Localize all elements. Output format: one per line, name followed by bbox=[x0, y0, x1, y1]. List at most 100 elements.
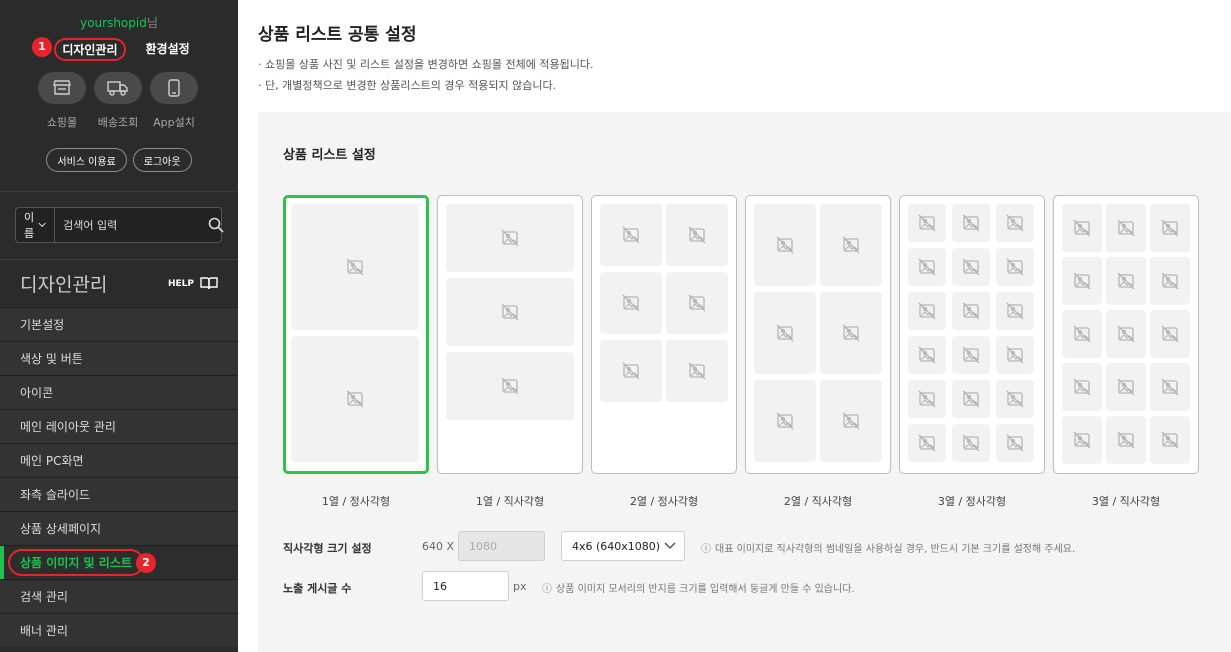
sidebar-item-main-layout[interactable]: 메인 레이아웃 관리 bbox=[0, 409, 238, 443]
quick-shop[interactable]: 쇼핑몰 bbox=[38, 72, 86, 130]
step-badge-2: 2 bbox=[136, 553, 156, 573]
sidebar-item-icons[interactable]: 아이콘 bbox=[0, 375, 238, 409]
post-count-input[interactable]: 16 bbox=[422, 571, 509, 601]
image-placeholder bbox=[908, 336, 946, 374]
layout-option-label: 3열 / 정사각형 bbox=[937, 495, 1007, 508]
layout-option-card[interactable] bbox=[745, 195, 891, 474]
layout-option-label: 3열 / 직사각형 bbox=[1091, 495, 1161, 508]
no-image-icon bbox=[1117, 272, 1135, 290]
no-image-icon bbox=[918, 346, 936, 364]
layout-option-card[interactable] bbox=[283, 195, 429, 474]
no-image-icon bbox=[1161, 272, 1179, 290]
no-image-icon bbox=[346, 258, 364, 276]
image-placeholder bbox=[1106, 310, 1146, 358]
sidebar-section-header: 디자인관리 HELP bbox=[0, 259, 238, 307]
image-placeholder bbox=[666, 204, 728, 266]
quick-delivery[interactable]: 배송조회 bbox=[94, 72, 142, 130]
description-line-2: · 단, 개별정책으로 변경한 상품리스트의 경우 적용되지 않습니다. bbox=[258, 79, 557, 92]
image-placeholder bbox=[446, 204, 574, 272]
image-placeholder bbox=[446, 352, 574, 420]
tab-design-management[interactable]: 디자인관리 bbox=[54, 38, 126, 61]
image-placeholder bbox=[600, 204, 662, 266]
no-image-icon bbox=[1161, 325, 1179, 343]
image-placeholder bbox=[908, 380, 946, 418]
layout-option-label: 2열 / 정사각형 bbox=[629, 495, 699, 508]
no-image-icon bbox=[918, 214, 936, 232]
post-count-hint: ⓘ 상품 이미지 모서리의 반지름 크기를 입력해서 둥글게 만들 수 있습니다… bbox=[542, 580, 855, 595]
sidebar-item-colors[interactable]: 색상 및 버튼 bbox=[0, 341, 238, 375]
sidebar-item-banner[interactable]: 배너 관리 bbox=[0, 613, 238, 647]
book-icon bbox=[200, 277, 218, 290]
layout-option-card[interactable] bbox=[591, 195, 737, 474]
sidebar-item-left-slide[interactable]: 좌측 슬라이드 bbox=[0, 477, 238, 511]
image-placeholder bbox=[291, 204, 419, 330]
rect-size-select[interactable]: 4x6 (640x1080) bbox=[561, 531, 685, 561]
rect-height-input[interactable]: 1080 bbox=[458, 531, 545, 561]
image-placeholder bbox=[1150, 257, 1190, 305]
search-type-select[interactable]: 이름 bbox=[16, 208, 56, 242]
layout-option-card[interactable] bbox=[437, 195, 583, 474]
sidebar: yourshopid님 1 디자인관리 환경설정 쇼핑몰 배송조회 App설치 … bbox=[0, 0, 238, 652]
image-placeholder bbox=[820, 292, 882, 374]
service-fee-button[interactable]: 서비스 이용료 bbox=[46, 148, 127, 172]
chevron-down-icon bbox=[664, 542, 676, 550]
image-placeholder bbox=[952, 248, 990, 286]
no-image-icon bbox=[776, 412, 794, 430]
image-placeholder bbox=[1150, 363, 1190, 411]
image-placeholder bbox=[1150, 204, 1190, 252]
image-placeholder bbox=[952, 424, 990, 462]
image-placeholder bbox=[908, 204, 946, 242]
sidebar-item-search[interactable]: 검색 관리 bbox=[0, 579, 238, 613]
no-image-icon bbox=[1006, 214, 1024, 232]
sidebar-item-basic[interactable]: 기본설정 bbox=[0, 307, 238, 341]
shop-icon bbox=[38, 72, 86, 104]
sidebar-item-main-pc[interactable]: 메인 PC화면 bbox=[0, 443, 238, 477]
no-image-icon bbox=[1006, 434, 1024, 452]
username: yourshopid님 bbox=[80, 16, 158, 30]
description-line-1: · 쇼핑몰 상품 사진 및 리스트 설정을 변경하면 쇼핑몰 전체에 적용됩니다… bbox=[258, 58, 594, 71]
search-input[interactable] bbox=[55, 208, 209, 242]
no-image-icon bbox=[962, 214, 980, 232]
image-placeholder bbox=[666, 272, 728, 334]
no-image-icon bbox=[688, 226, 706, 244]
sidebar-item-product-detail[interactable]: 상품 상세페이지 bbox=[0, 511, 238, 545]
help-link[interactable]: HELP bbox=[168, 277, 218, 290]
no-image-icon bbox=[962, 390, 980, 408]
layout-option-label: 1열 / 직사각형 bbox=[475, 495, 545, 508]
no-image-icon bbox=[1073, 272, 1091, 290]
image-placeholder bbox=[820, 380, 882, 462]
logout-button[interactable]: 로그아웃 bbox=[132, 148, 192, 172]
no-image-icon bbox=[1006, 346, 1024, 364]
image-placeholder bbox=[1106, 204, 1146, 252]
no-image-icon bbox=[842, 412, 860, 430]
truck-icon bbox=[94, 72, 142, 104]
image-placeholder bbox=[1106, 416, 1146, 464]
sidebar-item-product-image-list[interactable]: 상품 이미지 및 리스트 2 bbox=[0, 545, 238, 579]
layout-option-card[interactable] bbox=[1053, 195, 1199, 474]
no-image-icon bbox=[776, 324, 794, 342]
image-placeholder bbox=[600, 272, 662, 334]
tab-settings[interactable]: 환경설정 bbox=[140, 38, 196, 61]
image-placeholder bbox=[754, 292, 816, 374]
no-image-icon bbox=[1073, 219, 1091, 237]
image-placeholder bbox=[996, 380, 1034, 418]
sidebar-item-label: 상품 이미지 및 리스트 bbox=[8, 549, 144, 576]
post-count-label: 노출 게시글 수 bbox=[283, 582, 352, 595]
search-icon[interactable] bbox=[208, 208, 224, 242]
image-placeholder bbox=[1062, 310, 1102, 358]
no-image-icon bbox=[501, 229, 519, 247]
no-image-icon bbox=[1073, 431, 1091, 449]
quick-links: 쇼핑몰 배송조회 App설치 bbox=[38, 72, 198, 130]
image-placeholder bbox=[952, 204, 990, 242]
image-placeholder bbox=[1062, 416, 1102, 464]
layout-option-label: 1열 / 정사각형 bbox=[321, 495, 391, 508]
image-placeholder bbox=[446, 278, 574, 346]
no-image-icon bbox=[918, 434, 936, 452]
info-icon: ⓘ bbox=[701, 544, 711, 555]
chevron-down-icon bbox=[38, 222, 46, 228]
quick-app[interactable]: App설치 bbox=[150, 72, 198, 130]
layout-option-card[interactable] bbox=[899, 195, 1045, 474]
image-placeholder bbox=[1062, 257, 1102, 305]
image-placeholder bbox=[1106, 363, 1146, 411]
image-placeholder bbox=[1062, 204, 1102, 252]
